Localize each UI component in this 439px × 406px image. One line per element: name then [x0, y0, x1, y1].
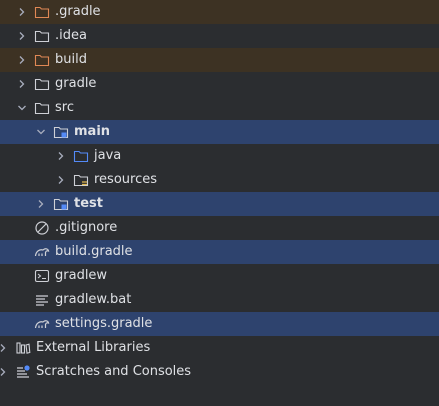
libraries-icon — [15, 340, 31, 356]
tree-item-label: build.gradle — [55, 244, 133, 259]
chevron-right-icon[interactable] — [55, 174, 67, 186]
tree-item-java[interactable]: java — [0, 144, 439, 168]
tree-item-resources[interactable]: resources — [0, 168, 439, 192]
tree-item-gradlew[interactable]: gradlew — [0, 264, 439, 288]
tree-item-dot-idea[interactable]: .idea — [0, 24, 439, 48]
chevron-right-icon[interactable] — [16, 30, 28, 42]
tree-item-label: test — [74, 196, 103, 211]
tree-item-label: build — [55, 52, 87, 67]
chevron-right-icon[interactable] — [16, 78, 28, 90]
chevron-down-icon[interactable] — [35, 126, 47, 138]
tree-item-label: External Libraries — [36, 340, 151, 355]
tree-item-dot-gradle[interactable]: .gradle — [0, 0, 439, 24]
tree-item-label: .idea — [55, 28, 87, 43]
tree-item-label: settings.gradle — [55, 316, 153, 331]
tree-item-label: Scratches and Consoles — [36, 364, 192, 379]
tree-item-label: .gradle — [55, 4, 101, 19]
tree-item-test[interactable]: test — [0, 192, 439, 216]
folder-icon — [34, 52, 50, 68]
chevron-down-icon[interactable] — [16, 102, 28, 114]
tree-item-label: resources — [94, 172, 158, 187]
tree-item-settings-gradle[interactable]: settings.gradle — [0, 312, 439, 336]
tree-item-gitignore[interactable]: .gitignore — [0, 216, 439, 240]
tree-item-main[interactable]: main — [0, 120, 439, 144]
terminal-file-icon — [34, 268, 50, 284]
chevron-right-icon[interactable] — [16, 6, 28, 18]
chevron-right-icon[interactable] — [35, 198, 47, 210]
chevron-right-icon[interactable] — [16, 54, 28, 66]
folder-icon — [34, 100, 50, 116]
chevron-right-icon[interactable] — [0, 366, 9, 378]
tree-item-src[interactable]: src — [0, 96, 439, 120]
tree-item-label: main — [74, 124, 111, 139]
tree-item-label: .gitignore — [55, 220, 118, 235]
chevron-right-icon[interactable] — [0, 342, 9, 354]
resources-folder-icon — [73, 172, 89, 188]
tree-item-label: src — [55, 100, 74, 115]
tree-item-label: gradle — [55, 76, 97, 91]
tree-item-external-libraries[interactable]: External Libraries — [0, 336, 439, 360]
module-folder-icon — [53, 196, 69, 212]
tree-item-gradlew-bat[interactable]: gradlew.bat — [0, 288, 439, 312]
tree-item-label: gradlew.bat — [55, 292, 132, 307]
ignore-file-icon — [34, 220, 50, 236]
source-folder-icon — [73, 148, 89, 164]
folder-icon — [34, 28, 50, 44]
tree-item-build[interactable]: build — [0, 48, 439, 72]
folder-icon — [34, 4, 50, 20]
tree-item-label: gradlew — [55, 268, 108, 283]
text-file-icon — [34, 292, 50, 308]
tree-item-label: java — [94, 148, 122, 163]
tree-item-gradle[interactable]: gradle — [0, 72, 439, 96]
project-tree: .gradle .idea build gradle src main java… — [0, 0, 439, 406]
tree-item-scratches-and-consoles[interactable]: Scratches and Consoles — [0, 360, 439, 384]
chevron-right-icon[interactable] — [55, 150, 67, 162]
gradle-file-icon — [34, 316, 50, 332]
module-folder-icon — [53, 124, 69, 140]
scratches-icon — [15, 364, 31, 380]
tree-item-build-gradle[interactable]: build.gradle — [0, 240, 439, 264]
gradle-file-icon — [34, 244, 50, 260]
folder-icon — [34, 76, 50, 92]
